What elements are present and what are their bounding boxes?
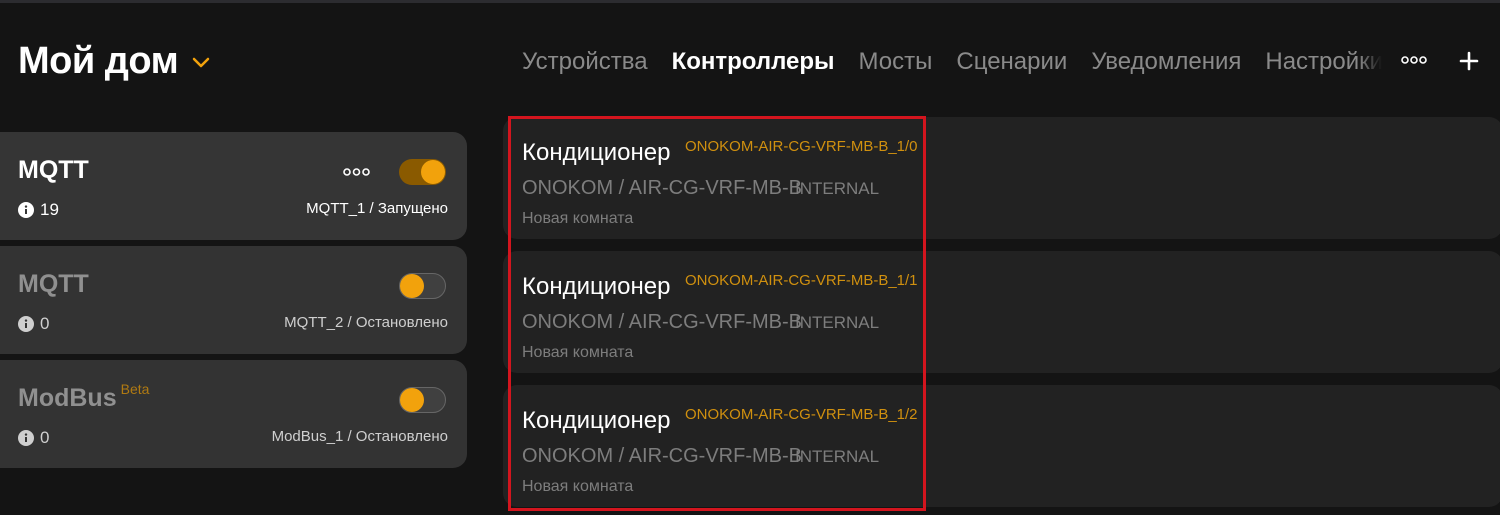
tab-notifications[interactable]: Уведомления <box>1091 48 1241 76</box>
device-name: Кондиционер <box>522 407 671 434</box>
device-type: INTERNAL <box>795 447 880 466</box>
device-name: Кондиционер <box>522 273 671 300</box>
toggle-knob <box>400 388 424 412</box>
controller-name: MQTT <box>18 156 89 184</box>
tab-devices[interactable]: Устройства <box>522 48 648 76</box>
device-model: ONOKOM / AIR-CG-VRF-MB-B <box>522 311 802 333</box>
controller-name-text: ModBus <box>18 384 117 412</box>
info-icon <box>18 316 34 332</box>
tab-scenarios[interactable]: Сценарии <box>956 48 1067 76</box>
home-title: Мой дом <box>18 40 179 82</box>
device-room: Новая комната <box>522 478 634 495</box>
device-room: Новая комната <box>522 210 634 227</box>
device-count: 19 <box>18 200 59 220</box>
device-model: ONOKOM / AIR-CG-VRF-MB-B <box>522 445 802 467</box>
device-count: 0 <box>18 314 49 334</box>
device-room: Новая комната <box>522 344 634 361</box>
info-icon <box>18 202 34 218</box>
controller-card-mqtt-1[interactable]: MQTT 19 MQTT_1 / Запущено <box>0 132 467 240</box>
controller-card-mqtt-2[interactable]: MQTT 0 MQTT_2 / Остановлено <box>0 246 467 354</box>
device-type: INTERNAL <box>795 313 880 332</box>
controller-toggle[interactable] <box>399 273 446 299</box>
info-icon <box>18 430 34 446</box>
tab-settings[interactable]: Настройки <box>1265 48 1382 76</box>
tab-bridges[interactable]: Мосты <box>859 48 933 76</box>
controller-status: MQTT_1 / Запущено <box>306 200 448 217</box>
device-count-value: 0 <box>40 314 50 333</box>
device-count: 0 <box>18 428 49 448</box>
main-tabs: Устройства Контроллеры Мосты Сценарии Ув… <box>522 48 1382 76</box>
home-selector[interactable]: Мой дом <box>18 40 212 83</box>
beta-badge: Beta <box>120 381 150 397</box>
device-card[interactable]: Кондиционер ONOKOM-AIR-CG-VRF-MB-B_1/0 O… <box>503 117 1500 239</box>
device-model: ONOKOM / AIR-CG-VRF-MB-B <box>522 177 802 199</box>
device-card[interactable]: Кондиционер ONOKOM-AIR-CG-VRF-MB-B_1/2 O… <box>503 385 1500 507</box>
device-code: ONOKOM-AIR-CG-VRF-MB-B_1/2 <box>685 406 918 423</box>
device-type: INTERNAL <box>795 179 880 198</box>
device-card[interactable]: Кондиционер ONOKOM-AIR-CG-VRF-MB-B_1/1 O… <box>503 251 1500 373</box>
controller-name: MQTT <box>18 270 89 298</box>
toggle-knob <box>421 160 445 184</box>
more-horizontal-icon[interactable] <box>343 166 370 178</box>
controller-toggle[interactable] <box>399 387 446 413</box>
chevron-down-icon <box>192 57 210 67</box>
plus-icon[interactable] <box>1459 51 1479 71</box>
device-code: ONOKOM-AIR-CG-VRF-MB-B_1/0 <box>685 138 918 155</box>
controller-status: ModBus_1 / Остановлено <box>271 428 448 445</box>
device-count-value: 19 <box>40 200 59 219</box>
device-code: ONOKOM-AIR-CG-VRF-MB-B_1/1 <box>685 272 918 289</box>
tab-controllers[interactable]: Контроллеры <box>672 48 835 76</box>
device-name: Кондиционер <box>522 139 671 166</box>
toggle-knob <box>400 274 424 298</box>
controller-status: MQTT_2 / Остановлено <box>284 314 448 331</box>
controller-name: ModBus Beta <box>18 381 150 413</box>
controller-toggle[interactable] <box>399 159 446 185</box>
more-horizontal-icon[interactable] <box>1401 53 1427 67</box>
device-count-value: 0 <box>40 428 50 447</box>
controller-card-modbus[interactable]: ModBus Beta 0 ModBus_1 / Остановлено <box>0 360 467 468</box>
top-border <box>0 0 1500 3</box>
